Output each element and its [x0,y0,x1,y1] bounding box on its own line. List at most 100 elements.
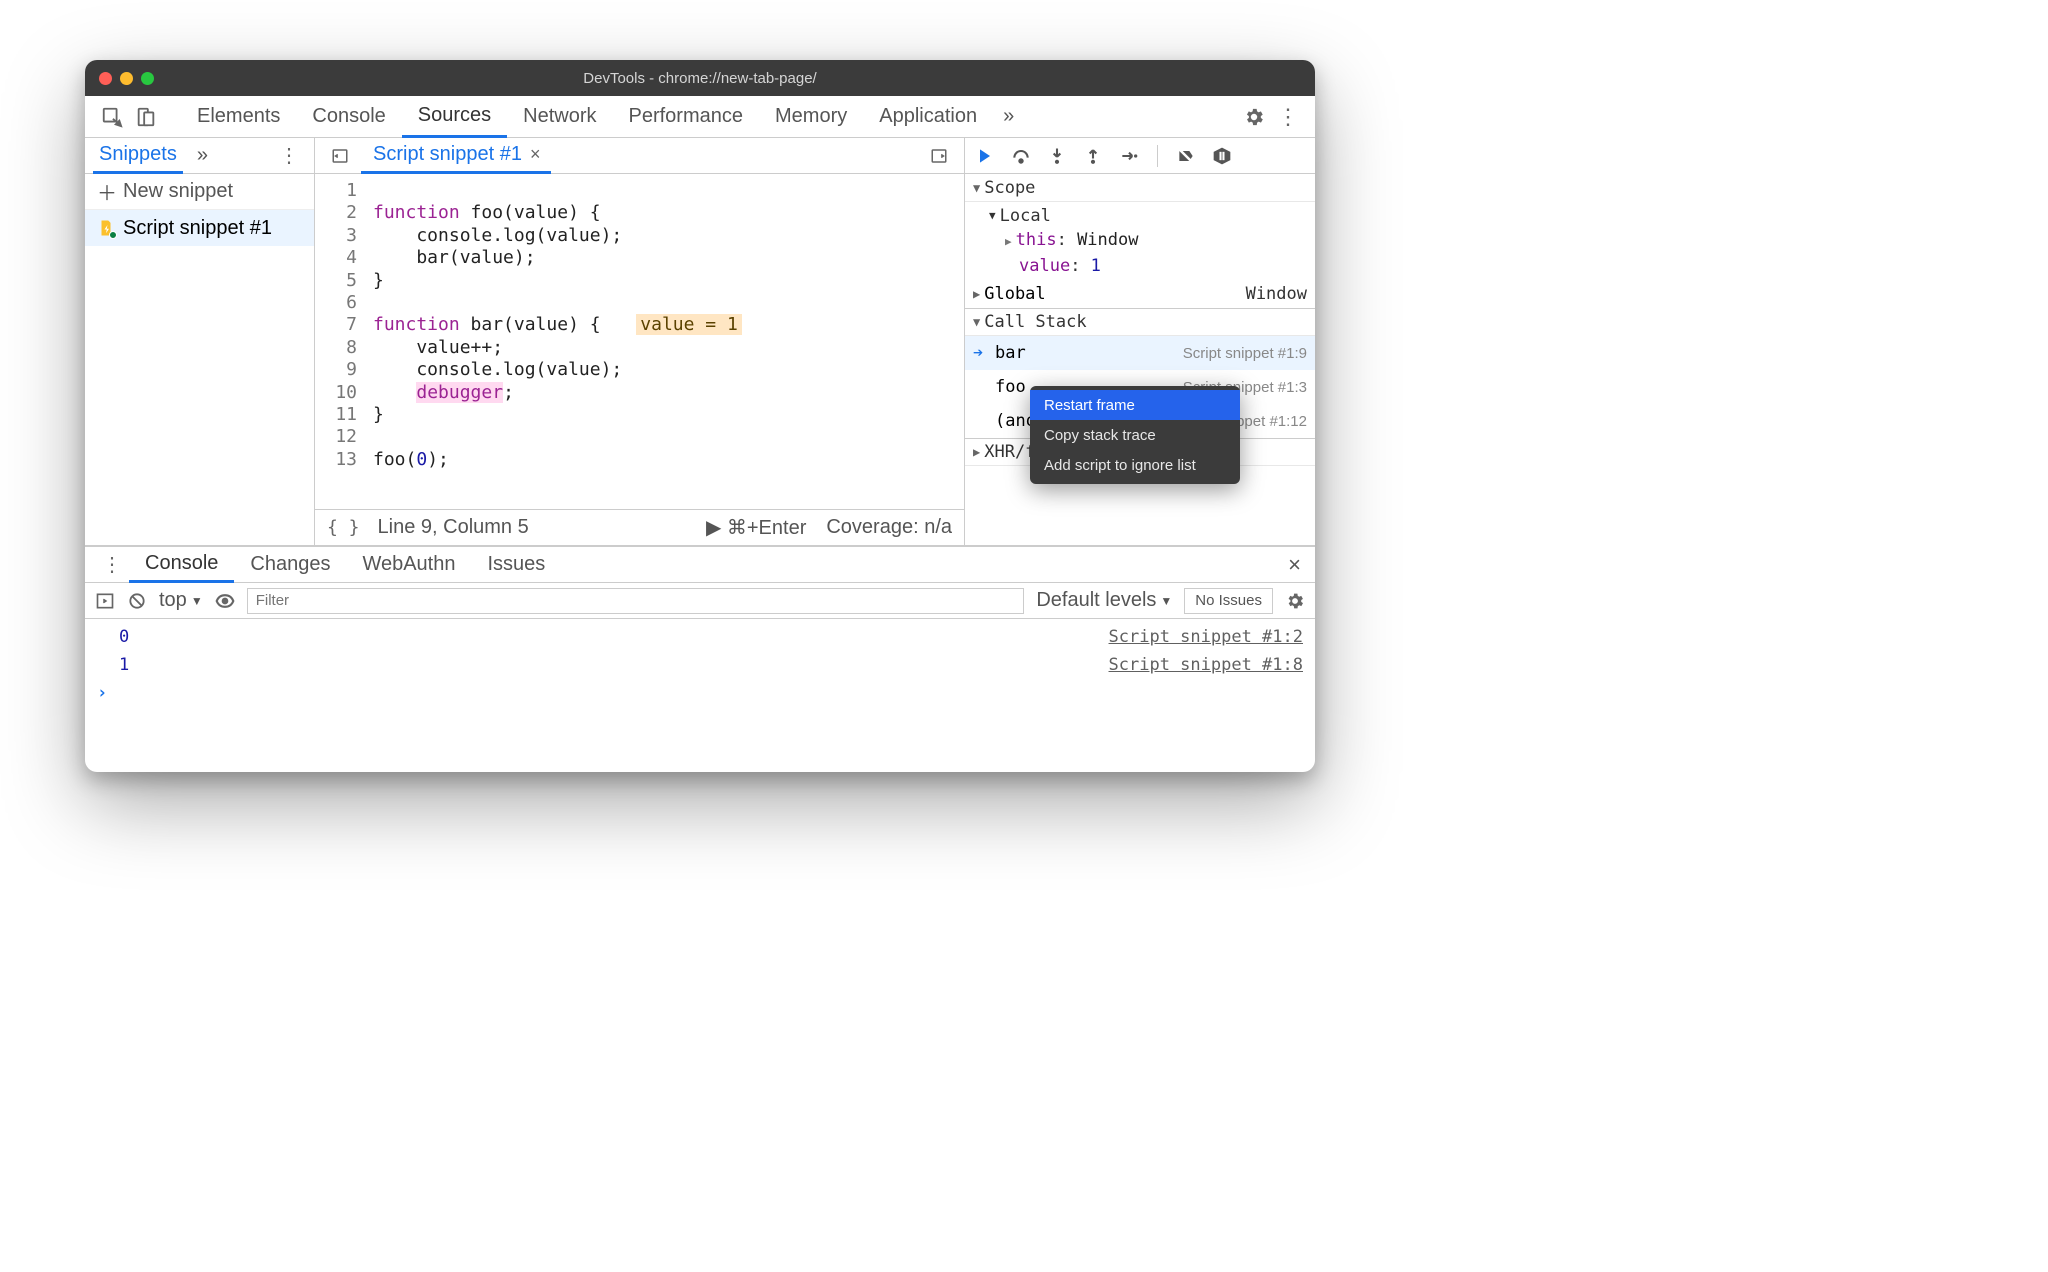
callstack-section-header[interactable]: ▼ Call Stack [965,308,1315,336]
inspect-element-icon[interactable] [99,104,125,130]
console-filter-input[interactable] [247,588,1025,614]
live-expression-icon[interactable] [215,591,235,611]
scope-label: Scope [984,178,1035,198]
step-into-icon[interactable] [1047,146,1067,166]
line-gutter: 12345678910111213 [315,174,367,509]
scope-local-label: Local [1000,204,1051,228]
tab-memory[interactable]: Memory [759,96,863,138]
current-frame-icon: ➔ [973,343,989,363]
main-tabs: Elements Console Sources Network Perform… [181,96,1024,138]
inline-value-hint: value = 1 [636,314,742,335]
step-icon[interactable] [1119,146,1139,166]
scope-global-value: Window [1246,284,1307,304]
issues-button[interactable]: No Issues [1184,588,1273,614]
scope-section-header[interactable]: ▼ Scope [965,174,1315,202]
cursor-position: Line 9, Column 5 [378,516,529,539]
scope-global-row[interactable]: ▶ Global Window [965,282,1315,308]
menu-restart-frame[interactable]: Restart frame [1030,390,1240,420]
debug-toolbar [965,138,1315,174]
drawer-tabs: ⋮ Console Changes WebAuthn Issues × [85,547,1315,583]
drawer-tab-console[interactable]: Console [129,547,234,583]
drawer-more-icon[interactable]: ⋮ [99,552,125,578]
tab-application[interactable]: Application [863,96,993,138]
log-value: 1 [119,655,129,675]
code-editor[interactable]: 12345678910111213 function foo(value) { … [315,174,964,509]
console-log-line: 0 Script snippet #1:2 [97,623,1303,651]
deactivate-breakpoints-icon[interactable] [1176,146,1196,166]
log-source-link[interactable]: Script snippet #1:8 [1109,655,1303,675]
tabs-overflow-icon[interactable]: » [993,96,1024,138]
pretty-print-icon[interactable]: { } [327,517,360,538]
editor-panel: Script snippet #1 × 12345678910111213 fu… [315,138,965,545]
chevron-down-icon: ▼ [973,315,980,329]
main-toolbar: Elements Console Sources Network Perform… [85,96,1315,138]
navigator-tabs: Snippets » ⋮ [85,138,314,174]
new-snippet-label: New snippet [123,180,233,203]
editor-status-bar: { } Line 9, Column 5 ▶ ⌘+Enter Coverage:… [315,509,964,545]
sources-body: Snippets » ⋮ ＋ New snippet Script snippe… [85,138,1315,546]
snippets-panel: Snippets » ⋮ ＋ New snippet Script snippe… [85,138,315,545]
close-file-icon[interactable]: × [530,144,541,165]
menu-add-to-ignore-list[interactable]: Add script to ignore list [1030,450,1240,480]
execution-context-selector[interactable]: top ▼ [159,589,203,612]
resume-icon[interactable] [975,146,995,166]
log-value: 0 [119,627,129,647]
step-out-icon[interactable] [1083,146,1103,166]
menu-copy-stack-trace[interactable]: Copy stack trace [1030,420,1240,450]
snippet-item[interactable]: Script snippet #1 [85,210,314,246]
navigator-overflow-icon[interactable]: » [191,138,214,174]
settings-icon[interactable] [1241,104,1267,130]
tab-network[interactable]: Network [507,96,612,138]
toggle-debugger-icon[interactable] [926,143,952,169]
console-log-line: 1 Script snippet #1:8 [97,651,1303,679]
device-toolbar-icon[interactable] [133,104,159,130]
frame-location: Script snippet #1:9 [1183,345,1307,362]
log-levels-selector[interactable]: Default levels ▼ [1036,589,1172,612]
callstack-label: Call Stack [984,312,1086,332]
tab-console[interactable]: Console [296,96,401,138]
console-body[interactable]: 0 Script snippet #1:2 1 Script snippet #… [85,619,1315,772]
log-source-link[interactable]: Script snippet #1:2 [1109,627,1303,647]
run-snippet-button[interactable]: ▶ ⌘+Enter [706,515,806,540]
tab-sources[interactable]: Sources [402,96,507,138]
clear-console-icon[interactable] [127,591,147,611]
toggle-navigator-icon[interactable] [327,143,353,169]
chevron-down-icon: ▼ [989,204,996,228]
file-tab-label: Script snippet #1 [373,143,522,166]
console-prompt[interactable]: › [97,679,1303,707]
frame-name: foo [995,377,1026,397]
frame-name: bar [995,343,1026,363]
callstack-context-menu: Restart frame Copy stack trace Add scrip… [1030,386,1240,484]
drawer: ⋮ Console Changes WebAuthn Issues × top … [85,546,1315,772]
window-title: DevTools - chrome://new-tab-page/ [85,70,1315,87]
step-over-icon[interactable] [1011,146,1031,166]
chevron-right-icon: ▶ [973,445,980,459]
titlebar: DevTools - chrome://new-tab-page/ [85,60,1315,96]
drawer-tab-changes[interactable]: Changes [234,547,346,583]
snippet-file-icon [97,219,115,237]
file-tab[interactable]: Script snippet #1 × [361,138,551,174]
tab-snippets[interactable]: Snippets [93,138,183,174]
coverage-label: Coverage: n/a [826,516,952,539]
scope-body: ▼Local this: Window value: 1 [965,202,1315,282]
chevron-right-icon: ▶ [973,287,980,301]
pause-on-exceptions-icon[interactable] [1212,146,1232,166]
tab-performance[interactable]: Performance [613,96,760,138]
snippet-item-label: Script snippet #1 [123,217,272,240]
drawer-tab-issues[interactable]: Issues [471,547,561,583]
devtools-window: DevTools - chrome://new-tab-page/ Elemen… [85,60,1315,772]
close-drawer-icon[interactable]: × [1284,552,1305,578]
more-menu-icon[interactable]: ⋮ [1275,104,1301,130]
new-snippet-button[interactable]: ＋ New snippet [85,174,314,210]
plus-icon: ＋ [97,177,117,206]
chevron-down-icon: ▼ [973,181,980,195]
navigator-more-icon[interactable]: ⋮ [276,143,302,169]
drawer-tab-webauthn[interactable]: WebAuthn [346,547,471,583]
console-sidebar-toggle-icon[interactable] [95,591,115,611]
callstack-frame[interactable]: ➔ bar Script snippet #1:9 [965,336,1315,370]
modified-badge-icon [109,231,117,239]
tab-elements[interactable]: Elements [181,96,296,138]
console-settings-icon[interactable] [1285,591,1305,611]
file-tabs: Script snippet #1 × [315,138,964,174]
prompt-icon: › [97,683,107,703]
